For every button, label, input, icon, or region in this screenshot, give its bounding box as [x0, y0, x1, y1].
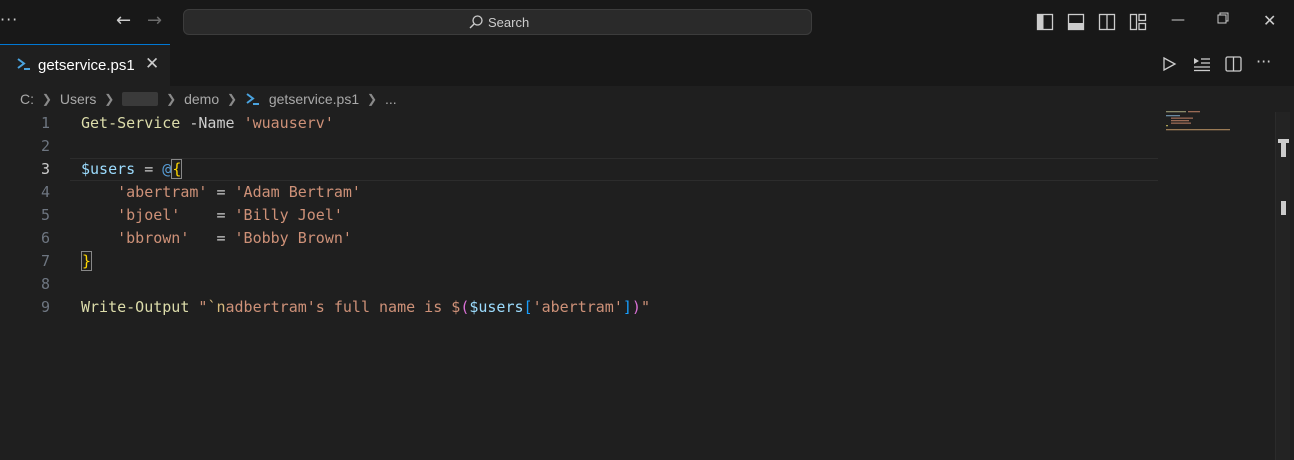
- command-center-search[interactable]: Search: [183, 9, 812, 35]
- minimize-icon[interactable]: —: [1171, 12, 1185, 28]
- code-token: }: [81, 251, 93, 271]
- toggle-panel-icon[interactable]: [1067, 13, 1085, 31]
- code-text: 'abertram' = 'Adam Bertram': [81, 181, 361, 204]
- split-editor-icon[interactable]: [1225, 56, 1242, 76]
- breadcrumb-more[interactable]: ...: [385, 91, 397, 107]
- breadcrumb-drive[interactable]: C:: [20, 91, 34, 107]
- code-token: Get-Service: [81, 114, 181, 132]
- code-token: 'Bobby Brown': [234, 229, 352, 247]
- code-line[interactable]: 2: [0, 135, 1160, 158]
- breadcrumb-demo[interactable]: demo: [184, 91, 219, 107]
- code-token: [: [523, 298, 533, 316]
- chevron-right-icon: ❯: [227, 92, 238, 107]
- code-text: Get-Service -Name 'wuauserv': [81, 112, 334, 135]
- line-number: 1: [40, 114, 50, 132]
- title-bar: ··· ← → Search — ✕: [0, 0, 1294, 45]
- code-token: ]: [622, 298, 632, 316]
- breadcrumb: C: ❯ Users ❯ ❯ demo ❯ getservice.ps1 ❯ .…: [20, 90, 397, 110]
- code-line[interactable]: 7}: [0, 250, 1160, 273]
- scrollbar-thumb[interactable]: [1281, 201, 1286, 215]
- code-token: $users: [81, 160, 136, 178]
- code-token: $users: [469, 298, 524, 316]
- code-token: adbertram's full name is: [225, 298, 452, 316]
- menu-ellipsis-icon[interactable]: ···: [0, 10, 18, 29]
- toggle-primary-sidebar-icon[interactable]: [1036, 13, 1054, 31]
- breadcrumb-users[interactable]: Users: [60, 91, 97, 107]
- code-line[interactable]: 8: [0, 273, 1160, 296]
- code-token: 'Billy Joel': [234, 206, 343, 224]
- code-line[interactable]: 5 'bjoel' = 'Billy Joel': [0, 204, 1160, 227]
- chevron-right-icon: ❯: [41, 92, 52, 107]
- code-line[interactable]: 4 'abertram' = 'Adam Bertram': [0, 181, 1160, 204]
- code-line[interactable]: 1 Get-Service -Name 'wuauserv': [0, 112, 1160, 135]
- code-token: `n: [207, 298, 226, 316]
- code-token: {: [171, 159, 183, 179]
- code-line[interactable]: 3 $users = @{: [0, 158, 1160, 181]
- code-token: ): [631, 298, 641, 316]
- tab-getservice[interactable]: getservice.ps1 ✕: [0, 44, 170, 86]
- close-window-icon[interactable]: ✕: [1263, 11, 1276, 30]
- customize-layout-icon[interactable]: [1129, 13, 1147, 31]
- code-token: =: [189, 229, 235, 247]
- arrow-left-icon[interactable]: ←: [116, 10, 131, 31]
- code-token: 'abertram': [532, 298, 623, 316]
- line-number: 6: [40, 229, 50, 247]
- chevron-right-icon: ❯: [104, 92, 115, 107]
- code-token: -Name: [180, 114, 244, 132]
- chevron-right-icon: ❯: [166, 92, 177, 107]
- code-token: =: [180, 206, 235, 224]
- search-icon: [469, 15, 483, 29]
- scrollbar-marker: [1281, 139, 1286, 157]
- line-number: 9: [40, 298, 50, 316]
- line-number: 5: [40, 206, 50, 224]
- code-token: 'wuauserv': [243, 114, 334, 132]
- play-icon[interactable]: [1161, 56, 1177, 76]
- more-actions-icon[interactable]: ···: [1256, 52, 1271, 71]
- restore-icon[interactable]: [1217, 12, 1229, 28]
- powershell-file-icon: [245, 92, 261, 106]
- code-token: 'bjoel': [117, 206, 181, 224]
- code-token: ": [640, 298, 650, 316]
- line-number: 8: [40, 275, 50, 293]
- code-token: Write-Output: [81, 298, 190, 316]
- code-token: 'bbrown': [117, 229, 190, 247]
- tab-label: getservice.ps1: [38, 57, 135, 74]
- close-icon[interactable]: ✕: [145, 54, 159, 74]
- search-label: Search: [488, 15, 530, 30]
- code-token: =: [207, 183, 235, 201]
- line-number: 3: [40, 160, 50, 178]
- run-selection-icon[interactable]: [1193, 56, 1211, 76]
- code-token: @: [162, 160, 172, 178]
- code-token: (: [460, 298, 470, 316]
- search-label-wrap: Search: [468, 14, 529, 30]
- code-editor[interactable]: 1 Get-Service -Name 'wuauserv' 2 3 $users = …: [0, 112, 1160, 460]
- chevron-right-icon: ❯: [367, 92, 378, 107]
- code-text: Write-Output " `nadbertram's full name is…: [81, 296, 650, 319]
- line-number: 7: [40, 252, 50, 270]
- code-token: 'abertram': [117, 183, 208, 201]
- code-token: =: [135, 160, 163, 178]
- arrow-right-icon[interactable]: →: [147, 10, 162, 31]
- code-text: $users = @{: [81, 158, 183, 181]
- breadcrumb-username-redacted[interactable]: [122, 92, 159, 107]
- code-line[interactable]: 9 Write-Output " `nadbertram's full name i…: [0, 296, 1160, 319]
- code-token: $: [451, 298, 461, 316]
- tab-bar: getservice.ps1 ✕ ···: [0, 44, 1294, 86]
- line-number: 4: [40, 183, 50, 201]
- breadcrumb-file[interactable]: getservice.ps1: [269, 91, 359, 107]
- powershell-file-icon: [16, 56, 32, 72]
- code-text: }: [81, 250, 93, 273]
- code-line[interactable]: 6 'bbrown' = 'Bobby Brown': [0, 227, 1160, 250]
- minimap[interactable]: [1164, 110, 1234, 140]
- code-text: 'bjoel' = 'Billy Joel': [81, 204, 343, 227]
- toggle-secondary-sidebar-icon[interactable]: [1098, 13, 1116, 31]
- vertical-scrollbar[interactable]: [1275, 112, 1290, 460]
- code-text: 'bbrown' = 'Bobby Brown': [81, 227, 352, 250]
- line-number: 2: [40, 137, 50, 155]
- code-token: 'Adam Bertram': [234, 183, 361, 201]
